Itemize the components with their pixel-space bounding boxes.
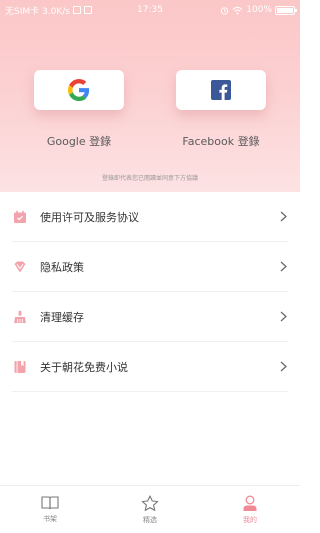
tab-bookshelf[interactable]: 书架 (0, 486, 100, 533)
bookshelf-icon (41, 496, 59, 510)
menu-item-label: 隐私政策 (40, 260, 84, 274)
bottom-tab-bar: 书架 精选 我的 (0, 485, 300, 533)
chevron-right-icon (278, 261, 288, 273)
menu-item-about[interactable]: 关于朝花免费小说 (12, 342, 288, 392)
agreement-note: 登錄即代表您已閱讀並同意下方協議 (101, 175, 198, 182)
status-bar: 无SIM卡 3.0K/s 17:35 100% (0, 0, 300, 20)
google-login-button[interactable] (34, 70, 124, 110)
facebook-login-button[interactable] (176, 70, 266, 110)
status-left: 无SIM卡 3.0K/s (5, 4, 92, 17)
facebook-login-label[interactable]: Facebook 登錄 (151, 133, 291, 149)
notification-icon (72, 6, 81, 14)
google-icon (68, 79, 90, 101)
wifi-icon (232, 6, 243, 14)
tab-label: 精选 (143, 515, 157, 524)
tab-label: 书架 (43, 515, 57, 523)
menu-item-license[interactable]: 使用许可及服务协议 (12, 192, 288, 242)
broom-icon (12, 309, 28, 325)
user-icon (243, 495, 257, 511)
chevron-right-icon (278, 211, 288, 223)
google-login-label[interactable]: Google 登錄 (9, 133, 149, 149)
login-header: 无SIM卡 3.0K/s 17:35 100% Google 登錄 Facebo… (0, 0, 300, 192)
facebook-icon (211, 80, 231, 100)
star-icon (141, 494, 159, 511)
settings-menu: 使用许可及服务协议 隐私政策 清理缓存 关于朝花免费小说 (0, 192, 300, 392)
calendar-icon (12, 209, 28, 225)
menu-item-privacy[interactable]: 隐私政策 (12, 242, 288, 292)
tab-mine[interactable]: 我的 (200, 486, 300, 533)
shield-icon (12, 259, 28, 275)
status-right: 100% (220, 5, 297, 15)
battery-icon (275, 5, 297, 15)
message-icon (83, 6, 92, 14)
menu-item-label: 清理缓存 (40, 310, 84, 324)
menu-item-label: 使用许可及服务协议 (40, 210, 139, 224)
tab-label: 我的 (243, 515, 257, 524)
tab-featured[interactable]: 精选 (100, 486, 200, 533)
chevron-right-icon (278, 361, 288, 373)
alarm-icon (221, 6, 229, 15)
battery-percent: 100% (246, 5, 272, 15)
book-icon (12, 359, 28, 375)
carrier-text: 无SIM卡 3.0K/s (5, 6, 70, 17)
menu-item-label: 关于朝花免费小说 (40, 360, 128, 374)
menu-item-clear-cache[interactable]: 清理缓存 (12, 292, 288, 342)
chevron-right-icon (278, 311, 288, 323)
